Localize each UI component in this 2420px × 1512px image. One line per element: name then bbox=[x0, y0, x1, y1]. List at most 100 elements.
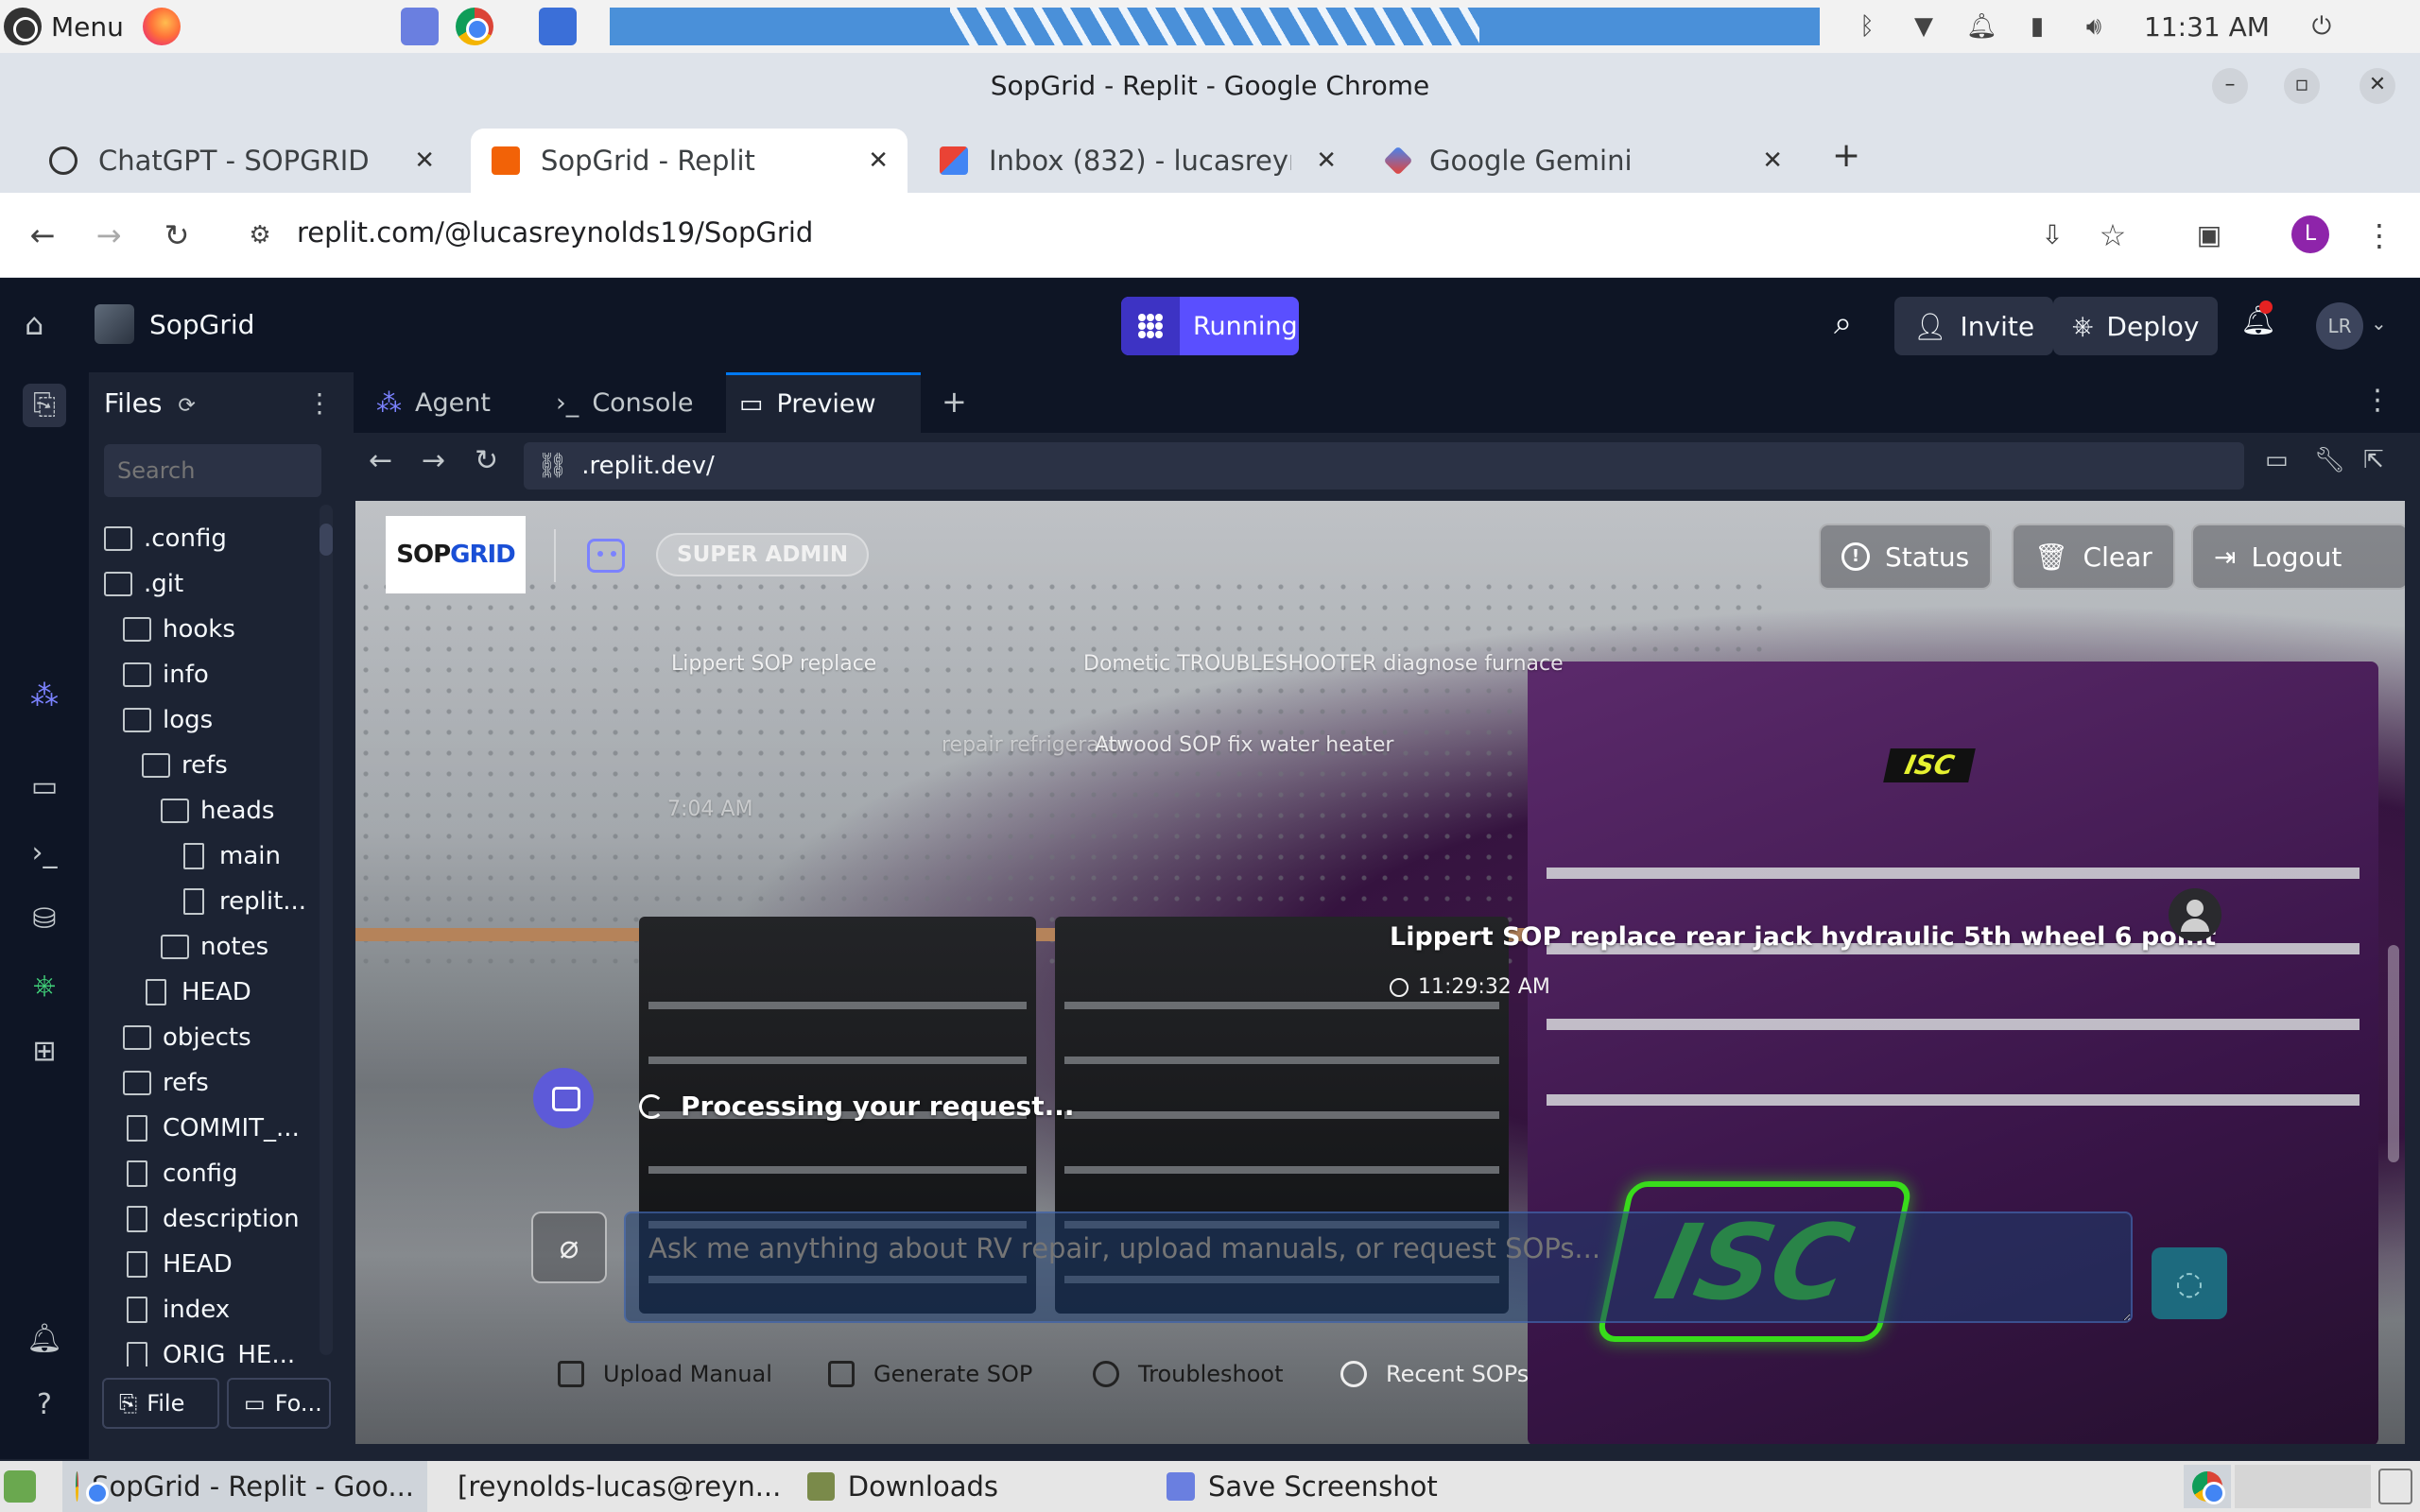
trash-icon[interactable] bbox=[2378, 1469, 2412, 1504]
chat-input[interactable] bbox=[624, 1211, 2133, 1323]
files-scrollbar[interactable] bbox=[320, 505, 333, 1355]
preview-reload-icon[interactable]: ↻ bbox=[475, 444, 498, 477]
console-tool-icon[interactable]: ›_ bbox=[23, 832, 66, 875]
tree-folder-notes[interactable]: notes bbox=[161, 924, 268, 970]
reload-icon[interactable]: ↻ bbox=[157, 215, 197, 255]
browser-tab-gemini[interactable]: Google Gemini ✕ bbox=[1367, 129, 1802, 193]
close-tab-icon[interactable]: ✕ bbox=[1316, 146, 1337, 175]
chat-scrollbar[interactable] bbox=[2388, 945, 2399, 1162]
deploy-button[interactable]: ⎈ Deploy bbox=[2053, 297, 2219, 355]
add-tab-button[interactable]: + bbox=[942, 384, 967, 420]
taskbar-item-save-screenshot[interactable]: Save Screenshot bbox=[1153, 1461, 1475, 1512]
minimize-button[interactable]: – bbox=[2212, 68, 2248, 104]
quick-action-troubleshoot[interactable]: Troubleshoot bbox=[1093, 1361, 1284, 1387]
devices-icon[interactable]: ▭ bbox=[2265, 446, 2289, 474]
volume-icon[interactable]: 🔊︎ bbox=[2080, 12, 2108, 41]
pane-menu-icon[interactable]: ⋮ bbox=[2363, 384, 2392, 417]
site-settings-icon[interactable]: ⚙ bbox=[240, 215, 280, 255]
status-button[interactable]: ! Status bbox=[1819, 524, 1993, 590]
tree-folder-git[interactable]: .git bbox=[104, 561, 183, 607]
bluetooth-icon[interactable]: ᛒ bbox=[1853, 12, 1881, 41]
bookmark-star-icon[interactable]: ☆ bbox=[2093, 215, 2133, 255]
taskbar-item-terminal[interactable]: [reynolds-lucas@reyn... bbox=[431, 1461, 790, 1512]
chevron-down-icon[interactable]: ⌄ bbox=[2371, 312, 2387, 335]
open-new-tab-icon[interactable]: ⇱ bbox=[2363, 446, 2384, 474]
send-button[interactable]: ◌ bbox=[2152, 1247, 2227, 1319]
screenshot-tool-icon[interactable] bbox=[401, 8, 439, 45]
files-search-input[interactable] bbox=[104, 444, 321, 497]
agent-tool-icon[interactable]: ⁂ bbox=[23, 675, 66, 718]
project-title[interactable]: SopGrid bbox=[95, 304, 254, 344]
tab-console[interactable]: ›_ Console bbox=[543, 372, 732, 433]
clear-button[interactable]: 🗑︎ Clear bbox=[2012, 524, 2175, 590]
profile-avatar[interactable]: L bbox=[2291, 215, 2329, 253]
tree-file-head-logs[interactable]: HEAD bbox=[142, 970, 251, 1015]
battery-icon[interactable]: ▮ bbox=[2023, 12, 2051, 41]
accessibility-icon[interactable] bbox=[539, 8, 577, 45]
tree-folder-refs[interactable]: refs bbox=[142, 743, 228, 788]
tree-file-description[interactable]: description bbox=[123, 1196, 300, 1242]
tree-file-orig-head[interactable]: ORIG_HE... bbox=[123, 1332, 295, 1366]
start-menu-icon[interactable] bbox=[4, 1470, 36, 1503]
tree-folder-info[interactable]: info bbox=[123, 652, 209, 697]
tree-folder-heads[interactable]: heads bbox=[161, 788, 274, 833]
tree-folder-logs[interactable]: logs bbox=[123, 697, 213, 743]
devtools-wrench-icon[interactable]: 🔧︎ bbox=[2314, 446, 2345, 474]
attach-file-button[interactable]: ⌀ bbox=[531, 1211, 607, 1283]
preview-back-icon[interactable]: ← bbox=[369, 444, 392, 477]
tab-search-icon[interactable]: ▣ bbox=[2189, 215, 2229, 255]
new-tab-button[interactable]: + bbox=[1832, 136, 1860, 175]
browser-tab-replit[interactable]: SopGrid - Replit ✕ bbox=[471, 129, 908, 193]
preview-forward-icon[interactable]: → bbox=[422, 444, 445, 477]
taskbar-item-chrome[interactable]: SopGrid - Replit - Goo... bbox=[62, 1461, 427, 1512]
quick-action-recent-sops[interactable]: Recent SOPs bbox=[1340, 1361, 1529, 1387]
user-avatar[interactable]: LR bbox=[2316, 302, 2363, 350]
power-icon[interactable]: ⏻ bbox=[2308, 12, 2336, 41]
help-icon[interactable]: ? bbox=[23, 1383, 66, 1427]
files-tool-icon[interactable]: ⎘ bbox=[23, 384, 66, 427]
taskbar-item-downloads[interactable]: Downloads bbox=[794, 1461, 1011, 1512]
tree-file-config[interactable]: config bbox=[123, 1151, 238, 1196]
browser-tab-gmail[interactable]: Inbox (832) - lucasreynolds ✕ bbox=[919, 129, 1356, 193]
chrome-menu-icon[interactable]: ⋮ bbox=[2360, 215, 2399, 255]
search-icon[interactable]: ⌕ bbox=[1834, 304, 1852, 342]
run-button[interactable]: Running bbox=[1121, 297, 1299, 355]
tree-folder-hooks[interactable]: hooks bbox=[123, 607, 235, 652]
tab-preview[interactable]: ▭ Preview bbox=[726, 372, 921, 433]
files-menu-icon[interactable]: ⋮ bbox=[306, 387, 333, 419]
close-tab-icon[interactable]: ✕ bbox=[414, 146, 435, 175]
back-icon[interactable]: ← bbox=[23, 215, 62, 255]
notification-bell-icon[interactable]: 🔔︎ bbox=[1966, 12, 1997, 41]
install-app-icon[interactable]: ⇩ bbox=[2032, 215, 2072, 255]
tree-folder-refs-root[interactable]: refs bbox=[123, 1060, 209, 1106]
tree-file-replit[interactable]: replit... bbox=[180, 879, 306, 924]
close-tab-icon[interactable]: ✕ bbox=[1762, 146, 1783, 175]
tree-folder-config[interactable]: .config bbox=[104, 516, 227, 561]
maximize-button[interactable]: ▫ bbox=[2284, 68, 2320, 104]
firefox-icon[interactable] bbox=[142, 8, 181, 45]
database-tool-icon[interactable]: ⛁ bbox=[23, 898, 66, 941]
tab-agent[interactable]: ⁂ Agent bbox=[363, 372, 543, 433]
close-tab-icon[interactable]: ✕ bbox=[868, 146, 889, 175]
address-bar[interactable]: replit.com/@lucasreynolds19/SopGrid bbox=[297, 216, 813, 249]
preview-tool-icon[interactable]: ▭ bbox=[23, 765, 66, 809]
forward-icon[interactable]: → bbox=[89, 215, 129, 255]
new-folder-button[interactable]: ▭ Fo... bbox=[227, 1378, 331, 1429]
notifications-bell-icon[interactable]: 🔔︎ bbox=[2240, 301, 2276, 337]
new-file-button[interactable]: ⎘ File bbox=[102, 1378, 219, 1429]
quick-action-upload-manual[interactable]: Upload Manual bbox=[558, 1361, 772, 1387]
history-chip[interactable]: Dometic TROUBLESHOOTER diagnose furnace bbox=[1083, 652, 1564, 676]
browser-tab-chatgpt[interactable]: ChatGPT - SOPGRID ✕ bbox=[28, 129, 454, 193]
os-clock[interactable]: 11:31 AM bbox=[2144, 11, 2270, 43]
preview-url-field[interactable]: ⛓ .replit.dev/ bbox=[524, 442, 2244, 490]
wifi-icon[interactable]: ▼ bbox=[1910, 12, 1938, 41]
all-tools-icon[interactable]: ⊞ bbox=[23, 1030, 66, 1074]
history-chip[interactable]: Lippert SOP replace bbox=[671, 652, 876, 676]
tree-folder-objects[interactable]: objects bbox=[123, 1015, 251, 1060]
quick-action-generate-sop[interactable]: Generate SOP bbox=[828, 1361, 1032, 1387]
workspace-switcher[interactable] bbox=[2235, 1465, 2371, 1508]
history-chip[interactable]: Atwood SOP fix water heater bbox=[1095, 733, 1393, 757]
tree-file-main[interactable]: main bbox=[180, 833, 281, 879]
tray-chrome-icon[interactable] bbox=[2184, 1465, 2231, 1508]
tree-file-head[interactable]: HEAD bbox=[123, 1242, 233, 1287]
